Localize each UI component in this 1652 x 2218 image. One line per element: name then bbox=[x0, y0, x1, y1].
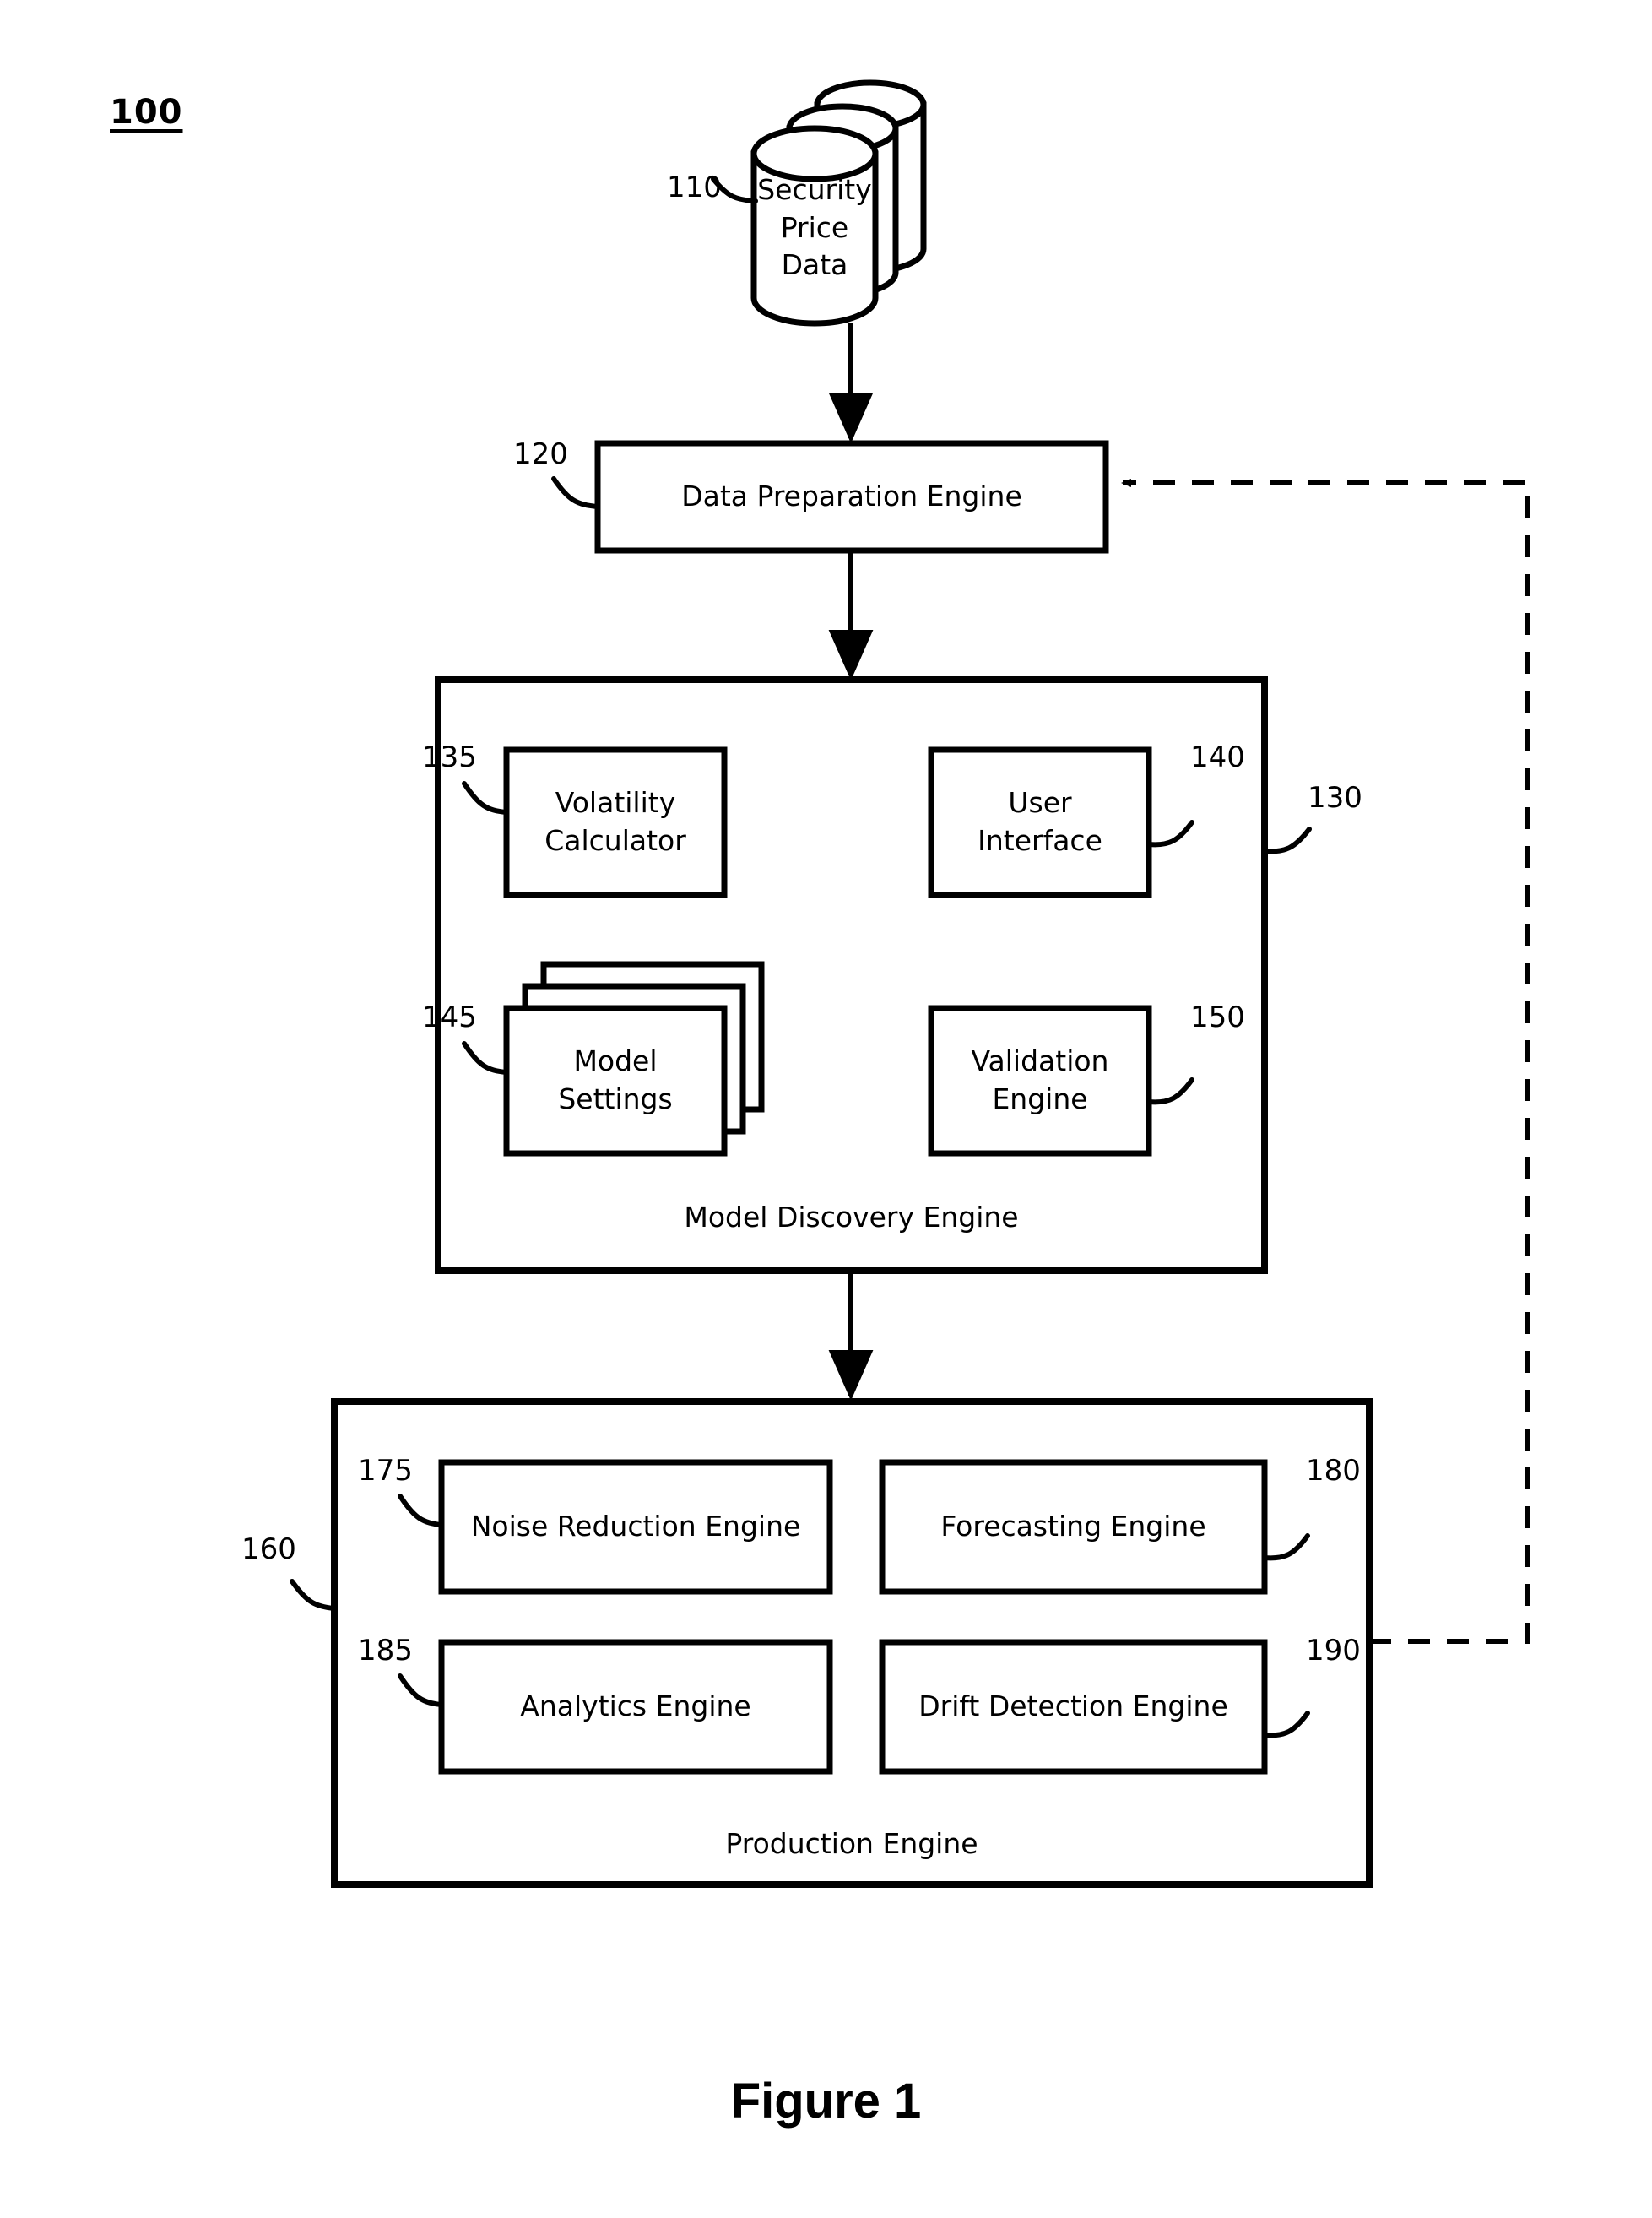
ref-185: 185 bbox=[358, 1634, 413, 1668]
drift-detection-engine-label: Drift Detection Engine bbox=[918, 1689, 1228, 1723]
noise-reduction-engine-label: Noise Reduction Engine bbox=[470, 1510, 801, 1543]
ref-120: 120 bbox=[513, 437, 568, 471]
validation-engine-label: Validation Engine bbox=[971, 1044, 1109, 1115]
ref-150: 150 bbox=[1190, 1001, 1245, 1034]
ref-145: 145 bbox=[422, 1001, 477, 1034]
forecasting-engine-label: Forecasting Engine bbox=[940, 1510, 1206, 1543]
leader-120 bbox=[551, 476, 600, 509]
model-settings-label: Model Settings bbox=[558, 1044, 673, 1115]
leader-160 bbox=[290, 1579, 337, 1611]
ref-130: 130 bbox=[1308, 781, 1362, 815]
ref-180: 180 bbox=[1306, 1454, 1361, 1488]
ref-190: 190 bbox=[1306, 1634, 1361, 1668]
ref-135: 135 bbox=[422, 740, 477, 774]
diagram-canvas bbox=[290, 79, 1530, 1888]
volatility-calculator-label: Volatility Calculator bbox=[544, 786, 686, 857]
data-preparation-engine-label: Data Preparation Engine bbox=[681, 480, 1022, 513]
figure-page: 100 Security Price Data 110 Data Prepara… bbox=[0, 0, 1652, 2218]
ref-110: 110 bbox=[667, 171, 722, 204]
system-reference-number: 100 bbox=[110, 93, 183, 132]
production-engine-label: Production Engine bbox=[725, 1826, 978, 1860]
leader-130 bbox=[1262, 827, 1312, 854]
ref-175: 175 bbox=[358, 1454, 413, 1488]
model-discovery-engine-label: Model Discovery Engine bbox=[684, 1200, 1019, 1234]
analytics-engine-label: Analytics Engine bbox=[520, 1689, 751, 1723]
ref-160: 160 bbox=[241, 1532, 296, 1566]
ref-140: 140 bbox=[1190, 740, 1245, 774]
figure-caption: Figure 1 bbox=[730, 2074, 922, 2129]
user-interface-label: User Interface bbox=[978, 786, 1102, 857]
datastore-label: Security Price Data bbox=[757, 173, 872, 282]
